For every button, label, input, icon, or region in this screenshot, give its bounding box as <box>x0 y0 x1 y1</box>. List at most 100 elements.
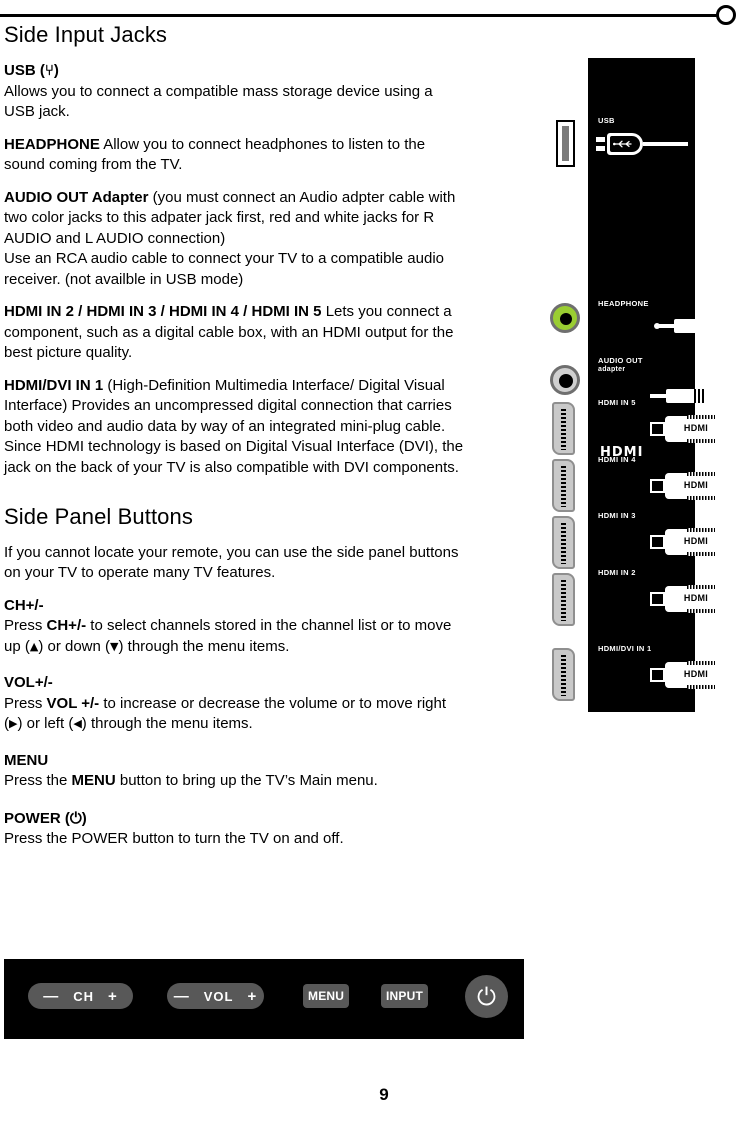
connector-hdmi-dvi-in-1-label: HDMI/DVI IN 1 <box>598 644 652 653</box>
menu-button[interactable]: MENU <box>303 984 350 1008</box>
jack-shape-hdmi-dvi-1 <box>552 648 575 701</box>
hdmi-plug-text-3: HDMI <box>683 536 709 546</box>
connector-hdmi-in-4-label: HDMI IN 4 <box>598 455 636 464</box>
jack-hdmi-dvi-in-1-term: HDMI/DVI IN 1 <box>4 376 104 394</box>
jack-usb-term: USB ( <box>4 62 45 80</box>
button-menu-bold: MENU <box>71 772 116 790</box>
button-ch-mid2: ) or down ( <box>38 637 111 655</box>
button-vol-desc: Press VOL +/- to increase or decrease th… <box>4 694 464 735</box>
volume-button[interactable]: — VOL + <box>167 983 264 1009</box>
connector-hdmi-dvi-in-1: HDMI/DVI IN 1 HDMI <box>598 644 752 689</box>
button-ch-term: CH+/- <box>4 596 464 617</box>
side-panel-intro: If you cannot locate your remote, you ca… <box>4 543 459 582</box>
hdmi-plug-icon-2: HDMI <box>650 585 752 613</box>
page-title: Side Input Jacks <box>4 22 168 47</box>
connector-usb-label: USB <box>598 116 615 125</box>
button-vol-mid2: ) or left ( <box>17 715 74 733</box>
button-menu-prefix: Press the <box>4 772 72 790</box>
arrow-left-icon: ◀ <box>73 717 82 731</box>
hdmi-plug-text-1: HDMI <box>683 669 709 679</box>
power-button[interactable]: ⏻ <box>465 975 508 1018</box>
power-symbol-icon: ⏻ <box>69 808 82 827</box>
button-vol-suffix: ) through the menu items. <box>81 715 253 733</box>
connector-usb: USB <box>598 116 615 125</box>
connector-hdmi-in-4: HDMI IN 4 HDMI <box>598 455 752 500</box>
jack-shape-headphone <box>550 303 580 333</box>
connector-headphone: HEADPHONE <box>598 299 749 333</box>
jack-shape-hdmi-4 <box>552 459 575 512</box>
jack-usb-term-close: ) <box>53 62 59 80</box>
jack-hdmi-dvi-in-1: HDMI/DVI IN 1 (High-Definition Multimedi… <box>4 376 464 479</box>
button-menu-suffix: button to bring up the TV’s Main menu. <box>115 772 378 790</box>
connector-hdmi-in-2-label: HDMI IN 2 <box>598 568 636 577</box>
connector-hdmi-in-2: HDMI IN 2 HDMI <box>598 568 752 613</box>
side-panel-button-bar: — CH + — VOL + MENU INPUT ⏻ <box>4 959 524 1039</box>
jack-usb-body: Allows you to connect a compatible mass … <box>4 82 433 121</box>
page-number: 9 <box>379 1085 389 1104</box>
jack-shape-hdmi-2 <box>552 573 575 626</box>
button-ch-term-text: CH+/- <box>4 596 44 614</box>
channel-button[interactable]: — CH + <box>28 983 133 1009</box>
channel-plus-label[interactable]: + <box>108 988 118 1005</box>
jack-audio-out: AUDIO OUT Adapter (you must connect an A… <box>4 188 464 250</box>
volume-minus-label[interactable]: — <box>174 988 190 1005</box>
jack-hdmi-in-2345-term: HDMI IN 2 / HDMI IN 3 / HDMI IN 4 / HDMI… <box>4 303 322 321</box>
hdmi-plug-text-5: HDMI <box>683 423 709 433</box>
channel-minus-label[interactable]: — <box>43 988 59 1005</box>
manual-page: Side Input Jacks USB (⑂) Allows you to c… <box>0 0 756 1126</box>
hdmi-plug-icon-3: HDMI <box>650 528 752 556</box>
jack-usb-heading: USB (⑂) <box>4 60 464 82</box>
button-menu-term: MENU <box>4 751 464 772</box>
button-power-desc: Press the POWER button to turn the TV on… <box>4 830 344 848</box>
jack-shape-audio-out <box>550 365 580 395</box>
connector-audio-out: AUDIO OUT adapter <box>598 356 748 415</box>
channel-label: CH <box>73 988 94 1004</box>
jack-shape-hdmi-3 <box>552 516 575 569</box>
jack-headphone-term: HEADPHONE <box>4 135 100 153</box>
jack-audio-out-term: AUDIO OUT Adapter <box>4 188 149 206</box>
button-ch-bold: CH+/- <box>46 617 87 635</box>
connector-audio-out-sublabel: adapter <box>598 366 626 373</box>
button-vol-term-text: VOL+/- <box>4 674 53 692</box>
hdmi-plug-text-2: HDMI <box>683 593 709 603</box>
connector-headphone-label: HEADPHONE <box>598 299 649 308</box>
header-circle-ornament <box>716 5 736 25</box>
arrow-down-icon: ▼ <box>110 639 119 653</box>
button-menu-desc: Press the MENU button to bring up the TV… <box>4 771 464 792</box>
connector-hdmi-in-5-label: HDMI IN 5 <box>598 398 636 407</box>
headphone-plug-icon <box>654 319 749 333</box>
jack-shape-usb <box>556 120 575 167</box>
button-ch-desc: Press CH+/- to select channels stored in… <box>4 616 464 657</box>
audio-adapter-icon <box>650 377 750 415</box>
hdmi-plug-text-4: HDMI <box>683 480 709 490</box>
connector-audio-out-label: AUDIO OUT <box>598 356 643 365</box>
usb-plug-icon <box>596 133 688 155</box>
side-panel-buttons-title: Side Panel Buttons <box>4 504 193 530</box>
volume-label: VOL <box>203 988 234 1004</box>
connector-hdmi-in-3-label: HDMI IN 3 <box>598 511 636 520</box>
button-ch-suffix: ) through the menu items. <box>118 637 290 655</box>
power-icon: ⏻ <box>477 982 496 1011</box>
button-vol-bold: VOL +/- <box>46 694 100 712</box>
jack-audio-out-body2: Use an RCA audio cable to connect your T… <box>4 250 444 288</box>
header-rule <box>0 14 722 17</box>
usb-trident-icon <box>613 140 632 148</box>
hdmi-plug-icon-1: HDMI <box>650 661 752 689</box>
side-panel-diagram: USB HEADPHONE AUDIO OUT adapter HDMI IN … <box>540 50 756 740</box>
text-column: Side Input Jacks USB (⑂) Allows you to c… <box>4 22 464 862</box>
button-power-term: POWER (⏻) <box>4 808 464 830</box>
hdmi-plug-icon-5: HDMI <box>650 415 752 443</box>
connector-hdmi-in-3: HDMI IN 3 HDMI <box>598 511 752 556</box>
jack-shape-hdmi-5 <box>552 402 575 455</box>
button-ch-prefix: Press <box>4 617 47 635</box>
hdmi-plug-icon-4: HDMI <box>650 472 752 500</box>
volume-plus-label[interactable]: + <box>247 988 257 1005</box>
input-button[interactable]: INPUT <box>381 984 428 1008</box>
connector-hdmi-in-5: HDMI IN 5 HDMI <box>598 398 752 443</box>
button-power-term-prefix: POWER ( <box>4 809 70 827</box>
jack-hdmi-in-2345: HDMI IN 2 / HDMI IN 3 / HDMI IN 4 / HDMI… <box>4 302 464 364</box>
usb-symbol-icon: ⑂ <box>44 61 54 80</box>
button-menu-term-text: MENU <box>4 751 49 769</box>
jack-headphone: HEADPHONE Allow you to connect headphone… <box>4 135 464 176</box>
button-vol-prefix: Press <box>4 694 47 712</box>
